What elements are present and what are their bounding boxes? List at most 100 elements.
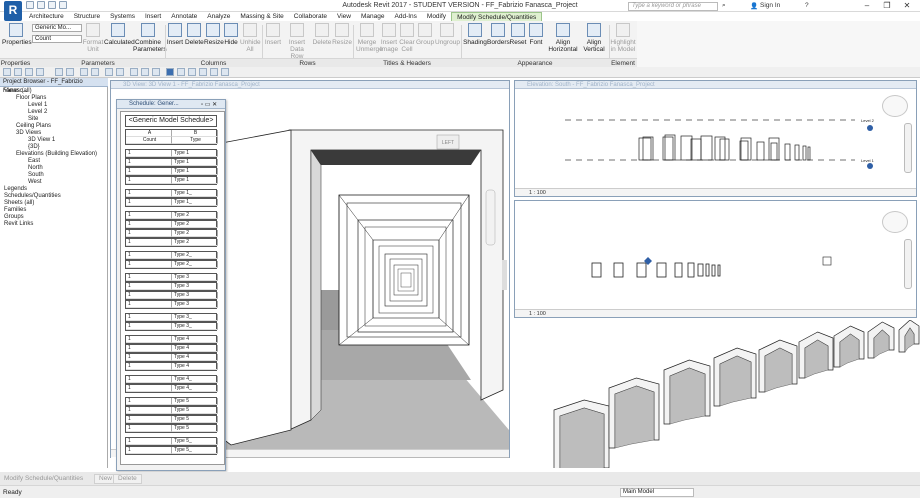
align-horizontal-button[interactable]: Align Horizontal (548, 23, 578, 57)
delete-column-button[interactable]: Delete (185, 23, 204, 57)
toolbar-icon[interactable] (91, 68, 99, 76)
type-cell[interactable]: Type 4 (172, 363, 218, 370)
font-button[interactable]: Font (527, 23, 545, 57)
type-selector[interactable]: Generic Mo... (32, 24, 82, 32)
delete-button[interactable]: Delete (113, 474, 142, 484)
browser-item[interactable]: West (0, 179, 108, 186)
table-row[interactable]: 1 Type 5 (125, 397, 218, 406)
parameter-selector[interactable]: Count (32, 35, 82, 43)
count-cell[interactable]: 1 (126, 385, 172, 392)
search-input[interactable]: Type a keyword or phrase (628, 2, 718, 11)
type-cell[interactable]: Type 5_ (172, 438, 218, 445)
type-cell[interactable]: Type 4 (172, 354, 218, 361)
type-cell[interactable]: Type 4 (172, 336, 218, 343)
tab-insert[interactable]: Insert (140, 12, 166, 21)
count-cell[interactable]: 1 (126, 199, 172, 206)
table-row[interactable]: 1 Type 5_ (125, 437, 218, 446)
browser-item[interactable]: 3D Views (0, 130, 108, 137)
browser-item[interactable]: Groups (0, 214, 108, 221)
table-row[interactable]: 1 Type 3_ (125, 322, 218, 331)
table-row[interactable]: 1 Type 1 (125, 176, 218, 185)
schedule-window[interactable]: Schedule: Gener... ▫ ▭ ✕ <Generic Model … (116, 99, 226, 471)
count-cell[interactable]: 1 (126, 301, 172, 308)
col-letter-b[interactable]: B (172, 130, 218, 137)
tab-add-ins[interactable]: Add-Ins (390, 12, 422, 21)
maximize-button[interactable]: ❐ (880, 1, 894, 11)
browser-item[interactable]: Schedules/Quantities (0, 193, 108, 200)
browser-item[interactable]: Level 1 (0, 102, 108, 109)
minimize-button[interactable]: – (860, 1, 874, 11)
browser-item[interactable]: Floor Plans (0, 95, 108, 102)
toolbar-icon[interactable] (14, 68, 22, 76)
hide-column-button[interactable]: Hide (222, 23, 240, 57)
type-cell[interactable]: Type 2 (172, 212, 218, 219)
count-cell[interactable]: 1 (126, 345, 172, 352)
count-cell[interactable]: 1 (126, 150, 172, 157)
table-row[interactable]: 1 Type 5_ (125, 446, 218, 455)
borders-button[interactable]: Borders (487, 23, 510, 57)
browser-item[interactable]: Site (0, 116, 108, 123)
resize-row-button[interactable]: Resize (332, 23, 352, 57)
browser-item[interactable]: Elevations (Building Elevation) (0, 151, 108, 158)
count-cell[interactable]: 1 (126, 323, 172, 330)
type-cell[interactable]: Type 3 (172, 283, 218, 290)
type-cell[interactable]: Type 3_ (172, 323, 218, 330)
type-cell[interactable]: Type 5 (172, 398, 218, 405)
toolbar-icon[interactable] (130, 68, 138, 76)
table-row[interactable]: 1 Type 3 (125, 300, 218, 309)
ungroup-button[interactable]: Ungroup (435, 23, 460, 57)
type-cell[interactable]: Type 4 (172, 345, 218, 352)
group-button[interactable]: Group (416, 23, 434, 57)
table-row[interactable]: 1 Type 1 (125, 158, 218, 167)
table-row[interactable]: 1 Type 4 (125, 344, 218, 353)
navigation-bar[interactable] (904, 123, 912, 173)
type-cell[interactable]: Type 5 (172, 425, 218, 432)
tab-systems[interactable]: Systems (105, 12, 140, 21)
merge-unmerge-button[interactable]: Merge Unmerge (356, 23, 383, 57)
insert-data-row-button[interactable]: Insert Data Row (284, 23, 310, 60)
main-model-selector[interactable]: Main Model (620, 488, 694, 497)
reset-button[interactable]: Reset (509, 23, 527, 57)
level-tag[interactable]: Level 2 (861, 118, 875, 123)
type-cell[interactable]: Type 5 (172, 407, 218, 414)
col-letter-a[interactable]: A (126, 130, 172, 137)
table-row[interactable]: 1 Type 1 (125, 149, 218, 158)
toolbar-icon[interactable] (55, 68, 63, 76)
schedule-window-controls[interactable]: ▫ ▭ ✕ (201, 101, 217, 108)
col-header-type[interactable]: Type (172, 137, 218, 144)
toolbar-icon[interactable] (188, 68, 196, 76)
browser-item[interactable]: East (0, 158, 108, 165)
tab-architecture[interactable]: Architecture (24, 12, 69, 21)
type-cell[interactable]: Type 4_ (172, 385, 218, 392)
count-cell[interactable]: 1 (126, 190, 172, 197)
tab-manage[interactable]: Manage (356, 12, 390, 21)
table-row[interactable]: 1 Type 2_ (125, 251, 218, 260)
type-cell[interactable]: Type 3_ (172, 314, 218, 321)
toolbar-icon[interactable] (221, 68, 229, 76)
col-header-count[interactable]: Count (126, 137, 172, 144)
count-cell[interactable]: 1 (126, 292, 172, 299)
tab-view[interactable]: View (332, 12, 356, 21)
align-vertical-button[interactable]: Align Vertical (580, 23, 608, 57)
type-cell[interactable]: Type 2_ (172, 261, 218, 268)
tab-analyze[interactable]: Analyze (202, 12, 235, 21)
close-button[interactable]: ✕ (900, 1, 914, 11)
count-cell[interactable]: 1 (126, 212, 172, 219)
count-cell[interactable]: 1 (126, 425, 172, 432)
table-row[interactable]: 1 Type 2 (125, 229, 218, 238)
count-cell[interactable]: 1 (126, 416, 172, 423)
table-row[interactable]: 1 Type 3 (125, 273, 218, 282)
toolbar-icon[interactable] (152, 68, 160, 76)
count-cell[interactable]: 1 (126, 221, 172, 228)
clear-cell-button[interactable]: Clear Cell (399, 23, 415, 57)
user-icon[interactable]: 👤 (750, 2, 758, 10)
type-cell[interactable]: Type 1 (172, 177, 218, 184)
view-cube-label[interactable]: LEFT (442, 140, 454, 146)
count-cell[interactable]: 1 (126, 363, 172, 370)
tab-modify-schedule[interactable]: Modify Schedule/Quantities (451, 12, 543, 21)
browser-item[interactable]: 3D View 1 (0, 137, 108, 144)
table-row[interactable]: 1 Type 3 (125, 291, 218, 300)
count-cell[interactable]: 1 (126, 168, 172, 175)
browser-item[interactable]: Views (all) (0, 88, 108, 95)
help-icon[interactable]: ? (805, 2, 809, 9)
